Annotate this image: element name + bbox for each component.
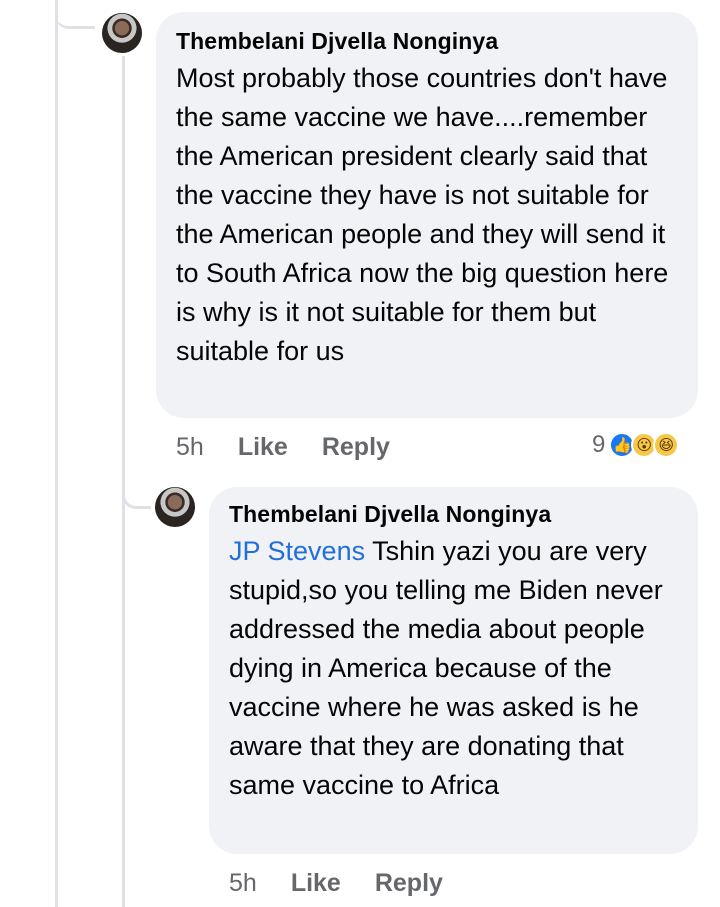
reaction-summary[interactable]: 9 👍 😮 😆 <box>592 429 680 461</box>
comment-author[interactable]: Thembelani Djvella Nonginya <box>176 26 678 56</box>
reply-actions: 5h Like Reply <box>229 866 477 900</box>
reply-avatar[interactable] <box>155 487 195 527</box>
reply-like-button[interactable]: Like <box>291 869 341 898</box>
reply-button[interactable]: Reply <box>322 433 390 462</box>
reply-text: JP Stevens Tshin yazi you are very stupi… <box>229 532 678 805</box>
reply-reply-button[interactable]: Reply <box>375 869 443 898</box>
reaction-count: 9 <box>592 431 606 458</box>
haha-icon: 😆 <box>653 432 680 458</box>
reply-timestamp: 5h <box>229 868 257 897</box>
reply-mention-link[interactable]: JP Stevens <box>229 536 365 566</box>
comment-bubble: Thembelani Djvella Nonginya Most probabl… <box>156 12 698 418</box>
like-button[interactable]: Like <box>238 433 288 462</box>
thread-connector-comment <box>55 0 95 29</box>
thread-line-outer <box>55 0 58 907</box>
comment-actions: 5h Like Reply <box>176 430 424 464</box>
comment-timestamp: 5h <box>176 432 204 461</box>
reply-author[interactable]: Thembelani Djvella Nonginya <box>229 499 678 529</box>
thread-connector-reply <box>122 470 151 509</box>
reply-bubble: Thembelani Djvella Nonginya JP Stevens T… <box>209 487 698 854</box>
comment-text: Most probably those countries don't have… <box>176 63 669 366</box>
reply-body: Tshin yazi you are very stupid,so you te… <box>229 536 663 800</box>
avatar[interactable] <box>102 13 142 53</box>
